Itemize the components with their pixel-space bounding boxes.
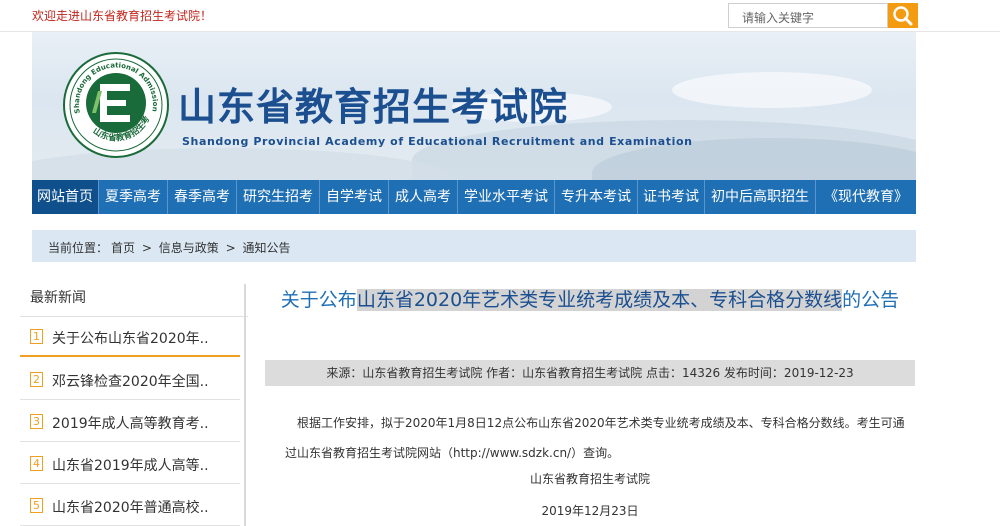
search-button[interactable] (888, 3, 918, 28)
breadcrumb-home[interactable]: 首页 (111, 241, 135, 255)
news-link[interactable]: 邓云锋检查2020年全国.. (52, 371, 209, 391)
nav-item-vocational[interactable]: 初中后高职招生 (705, 180, 815, 214)
news-item[interactable]: 3 2019年成人高等教育考.. (20, 402, 240, 442)
breadcrumb-separator: > (141, 241, 152, 255)
news-link[interactable]: 2019年成人高等教育考.. (52, 413, 209, 433)
news-link[interactable]: 关于公布山东省2020年.. (52, 328, 209, 348)
nav-item-adult-exam[interactable]: 成人高考 (389, 180, 457, 214)
article-date: 2019年12月23日 (541, 504, 639, 518)
news-number: 3 (30, 414, 43, 429)
news-number: 1 (30, 329, 43, 344)
news-item[interactable]: 5 山东省2020年普通高校.. (20, 486, 240, 526)
news-link[interactable]: 山东省2020年普通高校.. (52, 497, 209, 517)
main-nav: 网站首页 夏季高考 春季高考 研究生招考 自学考试 成人高考 学业水平考试 专升… (32, 180, 916, 214)
nav-item-summer-exam[interactable]: 夏季高考 (99, 180, 167, 214)
nav-item-upgrade-exam[interactable]: 专升本考试 (555, 180, 637, 214)
nav-item-modern-education[interactable]: 《现代教育》 (816, 180, 916, 214)
news-item[interactable]: 2 邓云锋检查2020年全国.. (20, 360, 240, 400)
site-subtitle: Shandong Provincial Academy of Education… (182, 135, 693, 148)
breadcrumb-notices[interactable]: 通知公告 (242, 241, 290, 255)
welcome-text: 欢迎走进山东省教育招生考试院！ (32, 9, 213, 23)
news-number: 5 (30, 498, 43, 513)
search-input[interactable]: 请输入关键字 (728, 3, 888, 28)
search-icon (893, 6, 913, 26)
article: 关于公布山东省2020年艺术类专业统考成绩及本、专科合格分数线的公告 来源：山东… (265, 276, 915, 526)
breadcrumb-prefix: 当前位置： (48, 241, 109, 255)
news-item[interactable]: 4 山东省2019年成人高等.. (20, 444, 240, 484)
breadcrumb: 当前位置： 首页 > 信息与政策 > 通知公告 (32, 230, 916, 262)
article-title-highlight: 山东省2020年艺术类专业统考成绩及本、专科合格分数线 (356, 289, 843, 311)
article-title: 关于公布山东省2020年艺术类专业统考成绩及本、专科合格分数线的公告 (265, 286, 915, 315)
header-banner: Shandong Educational Admission & Examina… (32, 32, 916, 180)
latest-news-sidebar: 最新新闻 1 关于公布山东省2020年.. 2 邓云锋检查2020年全国.. 3… (20, 276, 248, 526)
news-item[interactable]: 1 关于公布山东省2020年.. (20, 317, 240, 357)
article-meta: 来源：山东省教育招生考试院 作者：山东省教育招生考试院 点击：14326 发布时… (265, 360, 915, 386)
top-bar: 欢迎走进山东省教育招生考试院！ 请输入关键字 (0, 0, 1000, 32)
news-link[interactable]: 山东省2019年成人高等.. (52, 455, 209, 475)
nav-item-home[interactable]: 网站首页 (32, 180, 98, 214)
sidebar-title: 最新新闻 (30, 290, 86, 306)
breadcrumb-policy[interactable]: 信息与政策 (159, 241, 219, 255)
nav-item-graduate[interactable]: 研究生招考 (237, 180, 319, 214)
article-title-suffix: 的公告 (842, 289, 900, 311)
news-number: 4 (30, 456, 43, 471)
article-signature: 山东省教育招生考试院 (529, 472, 650, 486)
nav-item-self-study[interactable]: 自学考试 (320, 180, 388, 214)
nav-item-spring-exam[interactable]: 春季高考 (168, 180, 236, 214)
article-title-prefix: 关于公布 (280, 289, 357, 311)
academy-seal-logo[interactable]: Shandong Educational Admission & Examina… (62, 51, 170, 159)
article-body: 根据工作安排，拟于2020年1月8日12点公布山东省2020年艺术类专业统考成绩… (285, 416, 905, 460)
site-title: 山东省教育招生考试院 (178, 85, 569, 129)
breadcrumb-separator: > (225, 241, 236, 255)
news-number: 2 (30, 372, 43, 387)
nav-item-academic-level[interactable]: 学业水平考试 (458, 180, 554, 214)
nav-item-certificate[interactable]: 证书考试 (638, 180, 704, 214)
